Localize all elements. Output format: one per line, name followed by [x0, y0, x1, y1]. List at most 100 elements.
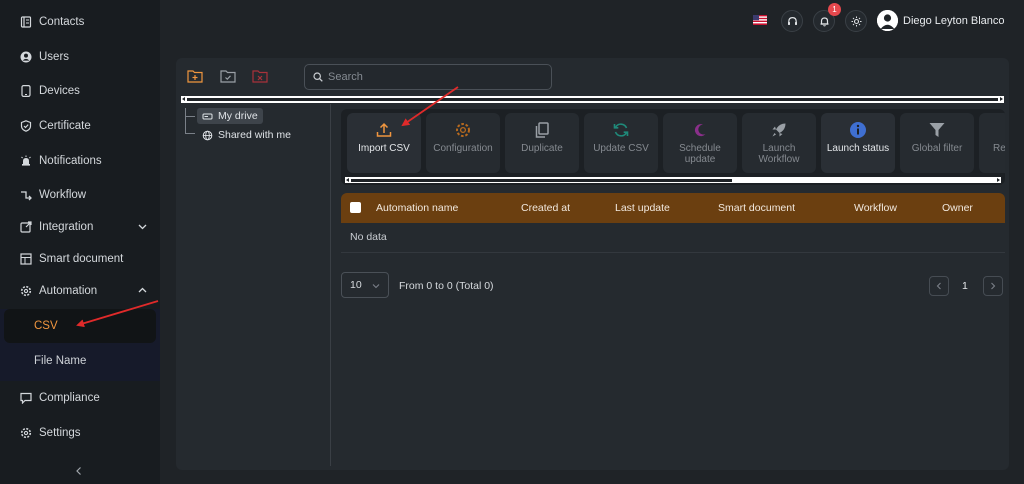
sidebar-subitem-file-name[interactable]: File Name: [4, 344, 156, 378]
tree-node-label: My drive: [218, 110, 258, 122]
sidebar-item-label: Contacts: [39, 16, 85, 28]
folder-tree: My drive Shared with me: [181, 104, 331, 466]
page-size-select[interactable]: 10: [341, 272, 389, 298]
action-label: Launch Workflow: [758, 143, 800, 165]
moon-icon: [690, 120, 710, 140]
prev-page-button[interactable]: [929, 276, 949, 296]
device-icon: [19, 85, 32, 98]
scroll-left-icon[interactable]: [346, 178, 349, 182]
sidebar-item-label: Automation: [39, 285, 98, 297]
search-icon: [313, 72, 323, 82]
scrollbar-thumb[interactable]: [187, 98, 998, 101]
sidebar-item-contacts[interactable]: Contacts: [0, 5, 160, 39]
table-icon: [19, 253, 32, 266]
schedule-update-button[interactable]: Schedule update: [663, 113, 737, 173]
global-filter-button[interactable]: Global filter: [900, 113, 974, 173]
sidebar-item-label: Compliance: [39, 392, 100, 404]
contacts-icon: [19, 16, 32, 29]
sidebar-item-label: Notifications: [39, 155, 102, 167]
sidebar-item-label: Devices: [39, 85, 80, 97]
sidebar-item-settings[interactable]: Settings: [0, 416, 160, 450]
chevron-up-icon: [138, 286, 147, 295]
new-folder-icon[interactable]: [187, 69, 203, 83]
launch-status-button[interactable]: Launch status: [821, 113, 895, 173]
action-label: Global filter: [911, 143, 963, 154]
user-icon: [19, 51, 32, 64]
sidebar-item-workflow[interactable]: Workflow: [0, 178, 160, 212]
sidebar-item-label: Smart document: [39, 253, 124, 265]
column-header-automation-name[interactable]: Automation name: [376, 202, 458, 214]
collapse-sidebar-icon[interactable]: [73, 465, 85, 477]
page-size-value: 10: [350, 279, 362, 291]
sidebar-item-users[interactable]: Users: [0, 40, 160, 74]
chevron-left-icon: [935, 282, 943, 290]
configuration-button[interactable]: Configuration: [426, 113, 500, 173]
avatar[interactable]: [877, 10, 898, 31]
headset-icon: [787, 16, 798, 27]
action-label: Update CSV: [593, 143, 649, 154]
globe-icon: [202, 130, 213, 141]
table-divider: [341, 252, 1005, 253]
us-flag-icon[interactable]: [753, 15, 767, 25]
gear-icon: [453, 120, 473, 140]
sidebar-item-compliance[interactable]: Compliance: [0, 381, 160, 415]
table-header: Automation name Created at Last update S…: [341, 193, 1005, 223]
sidebar-subitem-label: CSV: [34, 320, 58, 332]
copy-icon: [532, 120, 552, 140]
sun-icon: [851, 16, 862, 27]
scroll-right-icon[interactable]: [1000, 97, 1003, 101]
update-csv-button[interactable]: Update CSV: [584, 113, 658, 173]
duplicate-button[interactable]: Duplicate: [505, 113, 579, 173]
shield-check-icon: [19, 120, 32, 133]
sidebar-item-integration[interactable]: Integration: [0, 210, 160, 244]
sidebar-item-automation[interactable]: Automation: [0, 274, 160, 308]
tree-connector: [185, 108, 195, 134]
column-header-last-update[interactable]: Last update: [615, 202, 670, 214]
select-all-checkbox[interactable]: [350, 202, 361, 213]
scrollbar-thumb[interactable]: [351, 179, 732, 182]
scroll-right-icon[interactable]: [997, 178, 1000, 182]
rocket-icon: [769, 120, 789, 140]
action-label: Re: [993, 143, 1005, 154]
action-label: Configuration: [433, 143, 493, 154]
sidebar-item-certificate[interactable]: Certificate: [0, 109, 160, 143]
sidebar-item-label: Workflow: [39, 189, 87, 201]
toolbar-scrollbar[interactable]: [345, 177, 1001, 183]
theme-toggle-button[interactable]: [845, 10, 867, 32]
tree-node-my-drive[interactable]: My drive: [197, 108, 263, 124]
scroll-left-icon[interactable]: [182, 97, 185, 101]
search-input[interactable]: [328, 71, 548, 83]
next-page-button[interactable]: [983, 276, 1003, 296]
sidebar-subitem-csv[interactable]: CSV: [4, 309, 156, 343]
action-toolbar: Import CSV Configuration Duplicate Updat…: [341, 109, 1005, 185]
column-header-smart-document[interactable]: Smart document: [718, 202, 795, 214]
action-label: Import CSV: [358, 143, 410, 154]
sidebar-item-smart-document[interactable]: Smart document: [0, 242, 160, 276]
folder-check-icon[interactable]: [220, 69, 236, 83]
tree-node-shared-with-me[interactable]: Shared with me: [197, 127, 296, 143]
action-label: Duplicate: [521, 143, 563, 154]
filter-icon: [927, 120, 947, 140]
sidebar-item-devices[interactable]: Devices: [0, 74, 160, 108]
gear-icon: [19, 285, 32, 298]
chevron-right-icon: [989, 282, 997, 290]
launch-workflow-button[interactable]: Launch Workflow: [742, 113, 816, 173]
action-label: Launch status: [826, 143, 890, 154]
tree-connector: [185, 116, 195, 117]
support-button[interactable]: [781, 10, 803, 32]
bell-icon: [819, 16, 830, 27]
import-csv-button[interactable]: Import CSV: [347, 113, 421, 173]
column-header-workflow[interactable]: Workflow: [854, 202, 897, 214]
column-header-created-at[interactable]: Created at: [521, 202, 570, 214]
info-icon: [848, 120, 868, 140]
empty-state-text: No data: [350, 231, 387, 243]
current-page-number[interactable]: 1: [962, 280, 968, 292]
horizontal-scrollbar[interactable]: [181, 96, 1004, 103]
refresh-icon: [611, 120, 631, 140]
column-header-owner[interactable]: Owner: [942, 202, 973, 214]
sidebar-item-notifications[interactable]: Notifications: [0, 144, 160, 178]
user-name[interactable]: Diego Leyton Blanco: [903, 15, 1005, 27]
search-field[interactable]: [304, 64, 552, 90]
delete-folder-icon[interactable]: [252, 69, 268, 83]
more-action-button[interactable]: Re: [979, 113, 1005, 173]
